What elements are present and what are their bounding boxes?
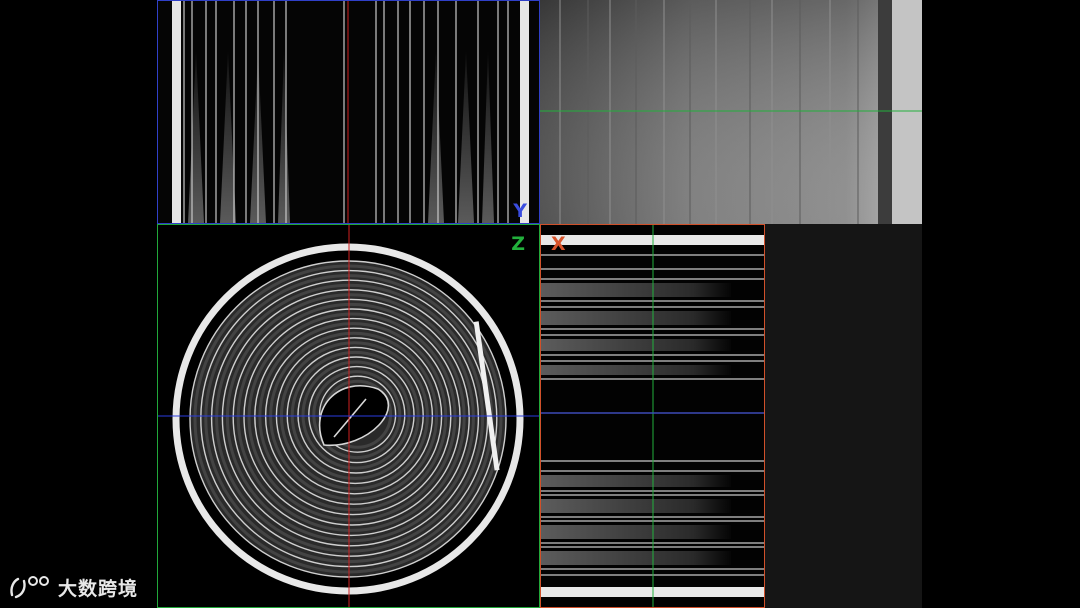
z-slice-view[interactable]: Z — [157, 224, 540, 608]
volume-render-image — [540, 0, 922, 224]
y-slice-view[interactable]: Y — [157, 0, 540, 224]
y-slice-image — [172, 1, 529, 223]
x-slice-image — [541, 225, 764, 607]
brand-logo-icon — [10, 575, 49, 598]
z-slice-image — [158, 225, 539, 607]
z-axis-label: Z — [511, 233, 525, 255]
watermark-text: 大数跨境 — [58, 578, 139, 600]
watermark: 大数跨境 — [8, 574, 138, 601]
x-axis-label: X — [551, 233, 566, 255]
y-axis-label: Y — [513, 200, 527, 222]
volume-render-view[interactable] — [540, 0, 922, 224]
empty-view-panel — [765, 224, 922, 608]
x-slice-view[interactable]: X — [540, 224, 765, 608]
